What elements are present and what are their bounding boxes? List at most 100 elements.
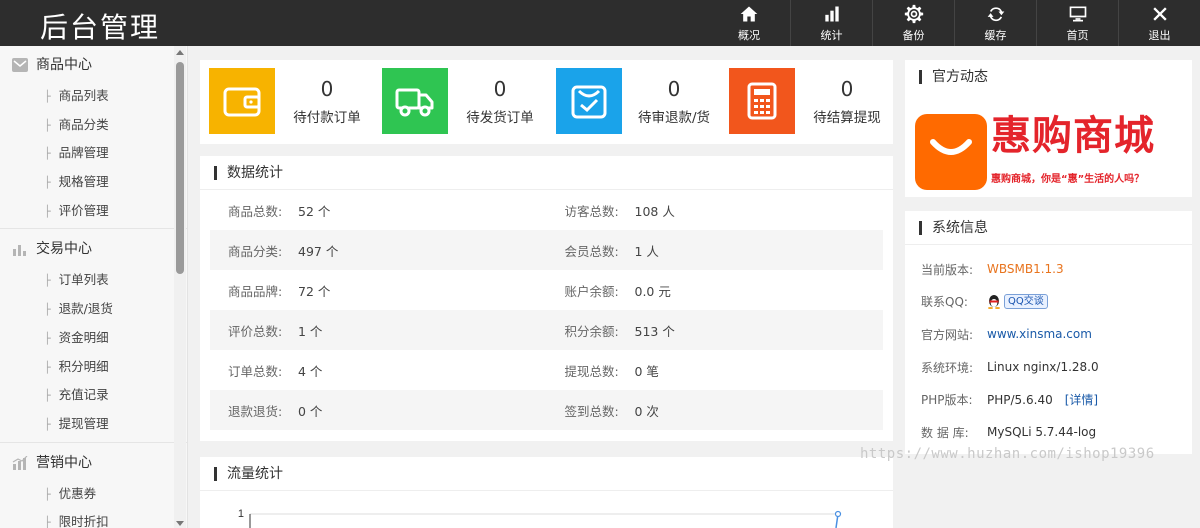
data-value: 72 个 <box>298 283 331 299</box>
nav-overview-button[interactable]: 概况 <box>708 0 790 46</box>
data-key: 评价总数: <box>228 323 283 339</box>
nav-logout-button[interactable]: 退出 <box>1118 0 1200 46</box>
nav-stats-button[interactable]: 统计 <box>790 0 872 46</box>
stat-icon-box <box>382 68 448 134</box>
sidebar-group-title[interactable]: 交易中心 <box>0 232 187 266</box>
sidebar-item-label: 优惠券 <box>58 485 97 501</box>
php-detail-link[interactable]: [详情] <box>1065 391 1098 408</box>
data-cell: 账户余额: 0.0 元 <box>547 281 884 300</box>
data-key: 访客总数: <box>564 203 619 219</box>
tree-line-icon: ├ <box>44 360 51 374</box>
sidebar-item-goods-category[interactable]: ├ 商品分类 <box>0 111 187 140</box>
stat-value: 0 <box>320 77 334 101</box>
nav-home-button[interactable]: 首页 <box>1036 0 1118 46</box>
data-value: 1 人 <box>634 243 659 259</box>
sidebar-group-marketing: 营销中心 ├ 优惠券 ├ 限时折扣 <box>0 446 187 528</box>
sidebar-group-title[interactable]: 商品中心 <box>0 48 187 82</box>
tree-line-icon: ├ <box>44 417 51 431</box>
traffic-chart: 1 <box>238 508 842 528</box>
nav-backup-button[interactable]: 备份 <box>872 0 954 46</box>
scrollbar-thumb[interactable] <box>176 62 184 274</box>
sidebar-item-review[interactable]: ├ 评价管理 <box>0 197 187 226</box>
stat-pending-refund[interactable]: 0 待审退款/货 <box>556 68 726 134</box>
table-row: 退款退货: 0 个 签到总数: 0 次 <box>210 390 883 430</box>
stat-text: 0 待审退款/货 <box>622 76 726 126</box>
stat-pending-payment[interactable]: 0 待付款订单 <box>209 68 379 134</box>
close-icon <box>1152 6 1167 21</box>
calculator-icon <box>747 82 777 120</box>
panel-title-text: 系统信息 <box>932 219 988 236</box>
tree-line-icon: ├ <box>44 331 51 345</box>
table-row: 订单总数: 4 个 提现总数: 0 笔 <box>210 350 883 390</box>
qq-penguin-icon <box>988 295 1000 310</box>
app-logo: 后台管理 <box>40 11 161 44</box>
panel-title-text: 官方动态 <box>932 69 988 85</box>
info-key: 联系QQ: <box>921 295 968 310</box>
monitor-icon <box>1069 6 1086 21</box>
stat-icon-box <box>209 68 275 134</box>
sidebar-item-brand[interactable]: ├ 品牌管理 <box>0 139 187 168</box>
scroll-up-arrow-icon[interactable] <box>176 50 184 55</box>
wallet-icon <box>223 87 261 117</box>
sidebar-group-title[interactable]: 营销中心 <box>0 446 187 480</box>
sidebar-item-funds[interactable]: ├ 资金明细 <box>0 324 187 353</box>
order-status-panel: 0 待付款订单 0 待发货订单 0 待审退款/货 0 待结算提现 <box>200 60 893 144</box>
sidebar-item-goods-list[interactable]: ├ 商品列表 <box>0 82 187 111</box>
tree-line-icon: ├ <box>44 274 51 288</box>
bar-chart-icon <box>13 245 26 257</box>
qq-chat-button[interactable]: QQ交谈 <box>987 294 1048 310</box>
data-key: 商品品牌: <box>228 283 283 299</box>
sidebar-item-orders[interactable]: ├ 订单列表 <box>0 266 187 295</box>
sidebar-item-label: 规格管理 <box>58 174 109 190</box>
sidebar-item-label: 提现管理 <box>58 415 109 431</box>
website-link[interactable]: www.xinsma.com <box>987 327 1092 341</box>
sidebar-item-label: 品牌管理 <box>58 145 109 161</box>
stat-text: 0 待结算提现 <box>795 76 899 126</box>
tree-line-icon: ├ <box>44 516 51 528</box>
news-banner[interactable]: 惠购商城 惠购商城，你是“惠”生活的人吗？ <box>915 112 1187 192</box>
data-key: 订单总数: <box>228 363 283 379</box>
title-bar <box>919 70 922 84</box>
watermark-text: https://www.huzhan.com/ishop19396 <box>860 446 1155 462</box>
stat-pending-shipment[interactable]: 0 待发货订单 <box>382 68 552 134</box>
info-key: 当前版本: <box>921 262 974 277</box>
sidebar-item-flash-discount[interactable]: ├ 限时折扣 <box>0 508 187 528</box>
sidebar-item-coupon[interactable]: ├ 优惠券 <box>0 480 187 509</box>
sidebar: 商品中心 ├ 商品列表 ├ 商品分类 ├ 品牌管理 ├ 规格管理 ├ 评价管理 交易中心 … <box>0 46 188 528</box>
data-cell: 商品总数: 52 个 <box>210 201 547 220</box>
nav-label: 概况 <box>738 28 760 42</box>
sidebar-item-spec[interactable]: ├ 规格管理 <box>0 168 187 197</box>
data-value: 108 人 <box>634 203 675 219</box>
stat-label: 待付款订单 <box>293 110 361 126</box>
info-row: 数 据 库: MySQLi 5.7.44-log <box>905 416 1192 449</box>
data-value: 0.0 元 <box>634 283 671 299</box>
envelope-icon <box>12 58 28 72</box>
system-info-panel: 系统信息 当前版本: WBSMB1.1.3 联系QQ: QQ交谈 官方网站: www… <box>905 211 1192 454</box>
y-tick-label: 1 <box>238 508 244 520</box>
sidebar-item-label: 资金明细 <box>58 329 109 345</box>
info-row: 官方网站: www.xinsma.com <box>905 318 1192 351</box>
banner-subtitle: 惠购商城，你是“惠”生活的人吗？ <box>991 174 1145 185</box>
sidebar-item-withdraw[interactable]: ├ 提现管理 <box>0 410 187 439</box>
scroll-down-arrow-icon[interactable] <box>176 521 184 526</box>
data-cell: 退款退货: 0 个 <box>210 401 547 420</box>
info-value: MySQLi 5.7.44-log <box>987 425 1097 440</box>
data-key: 退款退货: <box>228 403 283 419</box>
nav-label: 统计 <box>820 28 843 42</box>
top-nav: 概况 统计 备份 缓存 首页 退出 <box>708 0 1200 46</box>
sidebar-item-label: 充值记录 <box>58 387 109 403</box>
nav-cache-button[interactable]: 缓存 <box>954 0 1036 46</box>
sidebar-scrollbar[interactable] <box>174 46 186 528</box>
sidebar-group-label: 营销中心 <box>36 454 92 471</box>
tree-line-icon: ├ <box>44 118 51 132</box>
shopping-bag-icon <box>915 114 987 190</box>
stat-icon-box <box>556 68 622 134</box>
stat-pending-settlement[interactable]: 0 待结算提现 <box>729 68 899 134</box>
sidebar-item-points[interactable]: ├ 积分明细 <box>0 353 187 382</box>
tree-line-icon: ├ <box>44 303 51 317</box>
panel-title: 流量统计 <box>200 457 893 491</box>
sidebar-item-refunds[interactable]: ├ 退款/退货 <box>0 295 187 324</box>
nav-label: 备份 <box>902 28 925 42</box>
info-row: 联系QQ: QQ交谈 <box>905 286 1192 319</box>
sidebar-item-recharge[interactable]: ├ 充值记录 <box>0 381 187 410</box>
